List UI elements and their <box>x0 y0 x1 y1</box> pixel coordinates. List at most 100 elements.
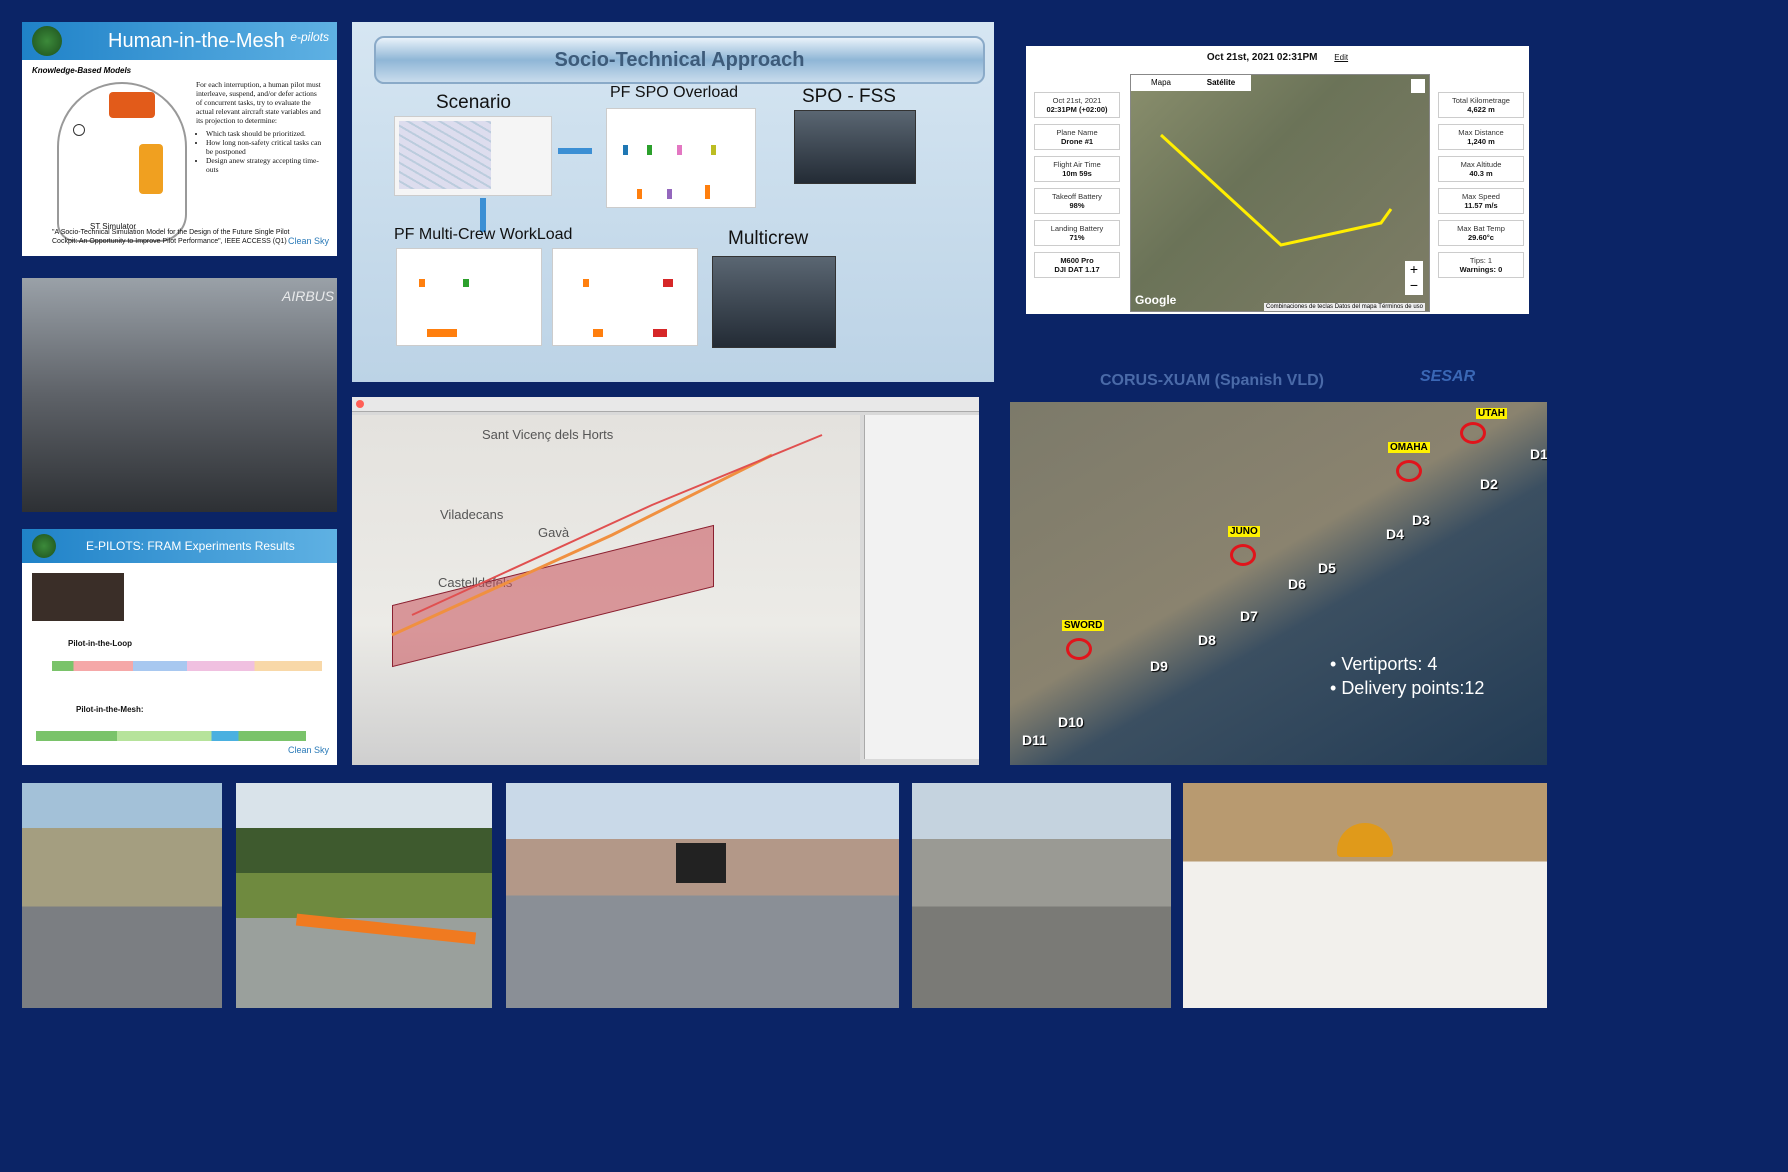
window-titlebar <box>352 397 979 412</box>
fullscreen-icon[interactable] <box>1411 79 1425 93</box>
airbus-sign: AIRBUS <box>282 288 335 304</box>
bullet-list: Which task should be prioritized. How lo… <box>196 129 324 174</box>
sesar-logo: SESAR <box>1420 368 1476 385</box>
drone-photo-1 <box>22 783 222 1008</box>
flight-log-panel: Oct 21st, 2021 02:31PM Edit Oct 21st, 20… <box>1026 46 1529 314</box>
socio-technical-banner: Socio-Technical Approach <box>374 36 985 84</box>
delivery-label: D10 <box>1058 714 1084 730</box>
stat-label: Flight Air Time <box>1053 160 1101 169</box>
zoom-control[interactable]: + − <box>1405 261 1423 295</box>
stat-value: 11.57 m/s <box>1464 201 1498 210</box>
drone-dome <box>1337 823 1393 857</box>
close-icon[interactable] <box>356 400 364 408</box>
description-text: For each interruption, a human pilot mus… <box>196 80 324 174</box>
vertiport-label: UTAH <box>1476 408 1508 419</box>
multicrew-workload-label: PF Multi-Crew WorkLoad <box>394 226 573 243</box>
scenario-map <box>394 116 552 196</box>
delivery-label: D6 <box>1288 576 1306 592</box>
vertiport-label: OMAHA <box>1388 442 1430 453</box>
vertiport-marker <box>1230 544 1256 566</box>
stat-value: 1,240 m <box>1467 137 1495 146</box>
stat-box: Max Altitude 40.3 m <box>1438 156 1524 182</box>
stat-box: Landing Battery 71% <box>1034 220 1120 246</box>
corus-coast-map: UTAH OMAHA JUNO SWORD D1 D2 D3 D4 D5 D6 … <box>1010 402 1547 765</box>
socio-technical-panel: Socio-Technical Approach Scenario PF SPO… <box>352 22 994 382</box>
simulator-photo <box>32 573 124 621</box>
arrow-right-icon <box>558 148 592 154</box>
scenario-label: Scenario <box>436 92 511 113</box>
slide-title: E-PILOTS: FRAM Experiments Results <box>86 539 295 553</box>
stat-box: Total Kilometrage 4,622 m <box>1438 92 1524 118</box>
stat-label: Max Altitude <box>1460 160 1502 169</box>
tree-logo-icon <box>32 26 62 56</box>
fixed-wing-photo <box>236 783 492 1008</box>
stat-box: Max Distance 1,240 m <box>1438 124 1524 150</box>
stat-value: 10m 59s <box>1062 169 1092 178</box>
stat-label: Landing Battery <box>1050 224 1104 233</box>
human-in-the-mesh-slide: Human-in-the-Mesh e-pilots Knowledge-Bas… <box>22 22 337 256</box>
bullet-item: Design anew strategy accepting time-outs <box>206 156 324 174</box>
stat-label: Max Distance <box>1458 128 1504 137</box>
bullet-item: How long non-safety critical tasks can b… <box>206 138 324 156</box>
stat-label: M600 Pro <box>1060 256 1094 265</box>
mesh-timeline <box>36 731 306 741</box>
multicrew-photo <box>712 256 836 348</box>
stat-value: 02:31PM (+02:00) <box>1046 105 1108 114</box>
delivery-label: D3 <box>1412 512 1430 528</box>
stat-value: Warnings: 0 <box>1459 265 1503 274</box>
vertiport-label: SWORD <box>1062 620 1105 631</box>
team-photo: AIRBUS <box>22 278 337 512</box>
slide-header: E-PILOTS: FRAM Experiments Results <box>22 529 337 563</box>
hexacopter-photo <box>1183 783 1547 1008</box>
multicrew-chart-right <box>552 248 698 346</box>
slide-header: Human-in-the-Mesh e-pilots <box>22 22 337 60</box>
stat-box: Max Speed 11.57 m/s <box>1438 188 1524 214</box>
vertiport-marker <box>1066 638 1092 660</box>
stat-value: 98% <box>1069 201 1085 210</box>
stat-box: Flight Air Time 10m 59s <box>1034 156 1120 182</box>
loop-label: Pilot-in-the-Loop <box>68 639 132 648</box>
google-logo: Google <box>1135 293 1177 307</box>
delivery-label: D11 <box>1022 732 1047 748</box>
stat-value: 29.60°c <box>1468 233 1494 242</box>
stat-box: Takeoff Battery 98% <box>1034 188 1120 214</box>
section-subtitle: Knowledge-Based Models <box>32 66 132 75</box>
clean-sky-logo: Clean Sky <box>287 745 329 755</box>
spo-fss-photo <box>794 110 916 184</box>
delivery-label: D4 <box>1386 526 1404 542</box>
stat-label: Tips: 1 <box>1469 256 1493 265</box>
matrice-drone-photo <box>506 783 899 1008</box>
fram-results-slide: E-PILOTS: FRAM Experiments Results Pilot… <box>22 529 337 765</box>
stat-box: Plane Name Drone #1 <box>1034 124 1120 150</box>
vertiport-marker <box>1396 460 1422 482</box>
vertiport-marker <box>1460 422 1486 444</box>
stat-value: 40.3 m <box>1469 169 1493 178</box>
drone-body <box>676 843 726 883</box>
tree-logo-icon <box>32 534 56 558</box>
stat-label: Oct 21st, 2021 <box>1052 96 1102 105</box>
delivery-label: D7 <box>1240 608 1258 624</box>
stat-label: Max Bat Temp <box>1457 224 1505 233</box>
stat-label: Takeoff Battery <box>1052 192 1102 201</box>
stat-box: Oct 21st, 2021 02:31PM (+02:00) <box>1034 92 1120 118</box>
satellite-map[interactable]: Mapa Satélite + − Google Combinaciones de… <box>1130 74 1430 312</box>
mesh-label: Pilot-in-the-Mesh: <box>76 705 144 714</box>
spo-fss-label: SPO - FSS <box>802 86 896 107</box>
flight-date: Oct 21st, 2021 02:31PM <box>1206 52 1318 63</box>
airspace-map[interactable]: Sant Vicenç dels Horts Viladecans Gavà C… <box>352 415 860 765</box>
airspace-3d-viewer: Sant Vicenç dels Horts Viladecans Gavà C… <box>352 397 979 765</box>
epilots-logo: e-pilots <box>290 30 329 44</box>
paragraph: For each interruption, a human pilot mus… <box>196 80 321 125</box>
clean-sky-logo: Clean Sky <box>287 236 329 246</box>
head-diagram <box>57 82 187 242</box>
stat-label: Max Speed <box>1462 192 1500 201</box>
edit-link[interactable]: Edit <box>1334 53 1348 62</box>
corus-title: CORUS-XUAM (Spanish VLD) <box>1100 372 1324 389</box>
route-lines <box>391 434 823 637</box>
loop-timeline <box>52 661 322 671</box>
stat-box: M600 Pro DJI DAT 1.17 <box>1034 252 1120 278</box>
delivery-label: D1 <box>1530 446 1547 462</box>
flight-route <box>1159 133 1393 247</box>
delivery-label: D8 <box>1198 632 1216 648</box>
stat-value: Drone #1 <box>1060 137 1094 146</box>
